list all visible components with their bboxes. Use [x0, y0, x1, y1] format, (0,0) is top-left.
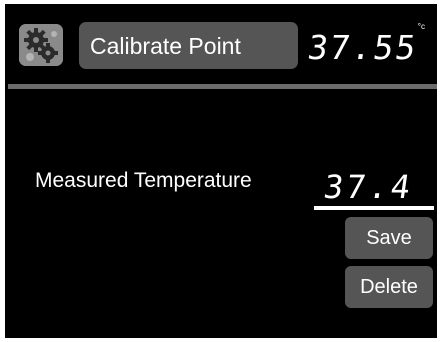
page-title: Calibrate Point [90, 33, 241, 59]
device-screen: Calibrate Point 37.55 °c Measured Temper… [5, 4, 437, 338]
current-temperature-readout: 37.55 [304, 28, 420, 67]
temperature-unit: °c [417, 22, 425, 31]
gears-icon [19, 24, 63, 66]
measured-temperature-label: Measured Temperature [35, 169, 252, 192]
title-bar: Calibrate Point [79, 22, 298, 69]
delete-button[interactable]: Delete [345, 266, 433, 308]
measured-temperature-value[interactable]: 37.4 [321, 168, 415, 206]
header-divider [8, 84, 437, 89]
settings-button[interactable] [19, 24, 63, 66]
measured-value-underline [314, 206, 434, 210]
save-button[interactable]: Save [345, 217, 433, 259]
